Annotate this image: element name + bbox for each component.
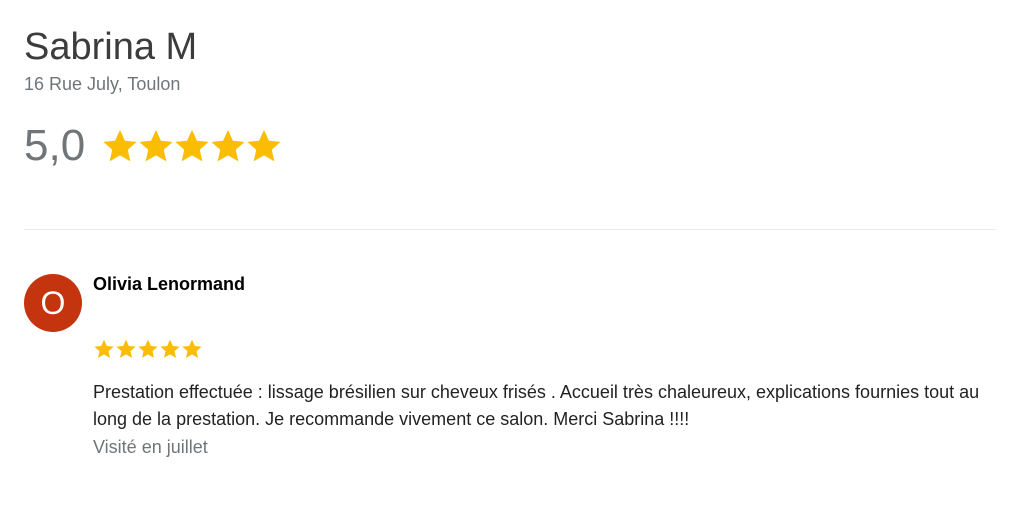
- star-icon: [137, 127, 175, 165]
- overall-rating-stars: [101, 127, 283, 165]
- divider: [24, 229, 996, 230]
- overall-rating: 5,0: [24, 118, 283, 174]
- star-icon: [159, 338, 181, 360]
- star-icon: [173, 127, 211, 165]
- star-icon: [93, 338, 115, 360]
- review-rating-stars: [93, 338, 203, 360]
- avatar[interactable]: O: [24, 274, 82, 332]
- star-icon: [101, 127, 139, 165]
- star-icon: [115, 338, 137, 360]
- star-icon: [181, 338, 203, 360]
- review-text: Prestation effectuée : lissage brésilien…: [93, 382, 980, 429]
- star-icon: [245, 127, 283, 165]
- rating-value: 5,0: [24, 121, 86, 170]
- business-name: Sabrina M: [24, 26, 198, 68]
- business-address: 16 Rue July, Toulon: [24, 74, 181, 94]
- visit-info: Visité en juillet: [93, 437, 208, 457]
- reviewer-name[interactable]: Olivia Lenormand: [93, 273, 245, 295]
- star-icon: [137, 338, 159, 360]
- star-icon: [209, 127, 247, 165]
